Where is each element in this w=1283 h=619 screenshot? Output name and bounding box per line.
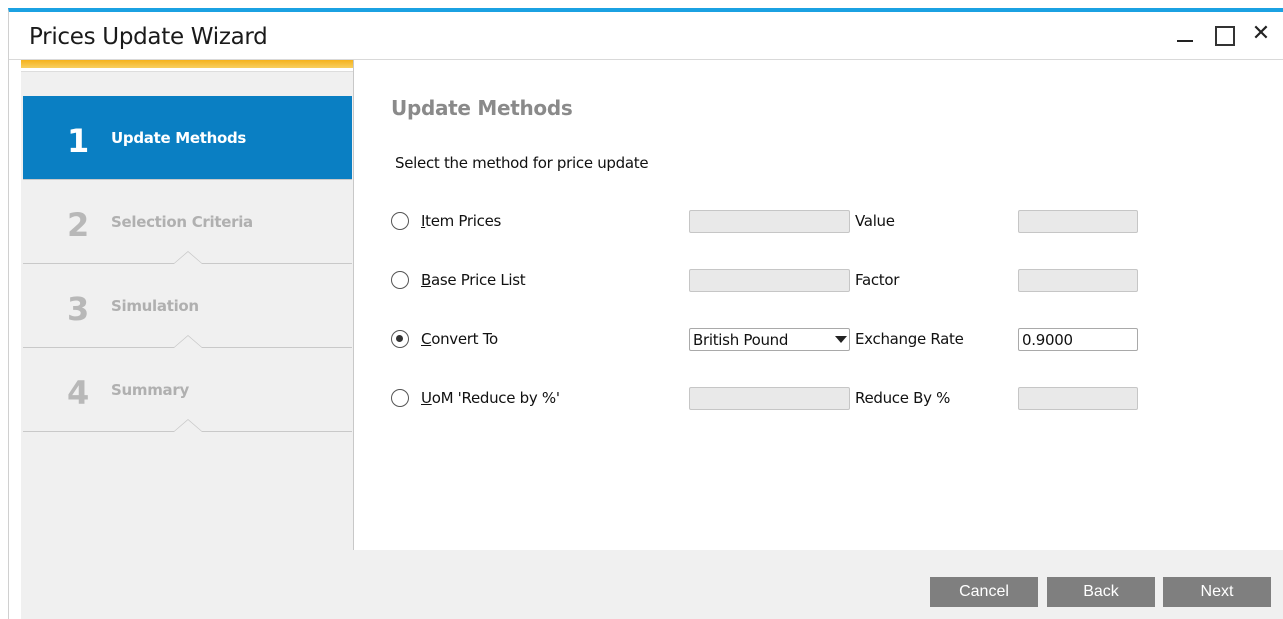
close-icon[interactable]: ✕ xyxy=(1249,22,1273,46)
item-prices-field[interactable] xyxy=(689,210,850,233)
factor-label: Factor xyxy=(855,271,900,289)
step-label: Selection Criteria xyxy=(111,213,253,231)
step-notch xyxy=(173,335,203,348)
section-title: Update Methods xyxy=(391,96,573,120)
chevron-down-icon[interactable] xyxy=(835,336,847,343)
step-selection-criteria[interactable]: 2 Selection Criteria xyxy=(23,180,352,264)
window-title: Prices Update Wizard xyxy=(29,24,268,50)
wizard-content: Update Methods Select the method for pri… xyxy=(355,60,1283,550)
window-controls: ✕ xyxy=(1173,22,1273,46)
step-update-methods[interactable]: 1 Update Methods xyxy=(23,96,352,180)
step-simulation[interactable]: 3 Simulation xyxy=(23,264,352,348)
value-label: Value xyxy=(855,212,895,230)
step-summary[interactable]: 4 Summary xyxy=(23,348,352,432)
back-button[interactable]: Back xyxy=(1047,577,1155,607)
step-number: 4 xyxy=(67,374,90,412)
sidebar-accent-gap xyxy=(21,68,353,72)
cancel-button[interactable]: Cancel xyxy=(930,577,1038,607)
minimize-icon[interactable] xyxy=(1173,22,1197,46)
exchange-rate-input[interactable]: 0.9000 xyxy=(1018,328,1138,351)
base-price-list-field[interactable] xyxy=(689,269,850,292)
base-price-list-label[interactable]: Base Price List xyxy=(421,271,526,289)
step-label: Update Methods xyxy=(111,129,247,147)
convert-to-label[interactable]: Convert To xyxy=(421,330,498,348)
exchange-rate-label: Exchange Rate xyxy=(855,330,964,348)
wizard-steps-sidebar: 1 Update Methods 2 Selection Criteria 3 … xyxy=(21,60,354,550)
base-price-list-radio[interactable] xyxy=(391,271,409,289)
step-label: Simulation xyxy=(111,297,199,315)
wizard-footer: Cancel Back Next xyxy=(21,550,1283,619)
wizard-window: Prices Update Wizard ✕ 1 Update Methods … xyxy=(8,8,1283,619)
title-bar: Prices Update Wizard ✕ xyxy=(9,12,1283,60)
uom-reduce-field[interactable] xyxy=(689,387,850,410)
factor-input[interactable] xyxy=(1018,269,1138,292)
sidebar-accent-bar xyxy=(21,60,353,68)
next-button[interactable]: Next xyxy=(1163,577,1271,607)
instruction-text: Select the method for price update xyxy=(395,154,649,172)
step-notch xyxy=(173,251,203,264)
uom-reduce-label[interactable]: UoM 'Reduce by %' xyxy=(421,389,560,407)
currency-dropdown[interactable]: British Pound xyxy=(689,328,850,351)
convert-to-radio[interactable] xyxy=(391,330,409,348)
value-input[interactable] xyxy=(1018,210,1138,233)
item-prices-label[interactable]: Item Prices xyxy=(421,212,501,230)
step-label: Summary xyxy=(111,381,189,399)
step-number: 3 xyxy=(67,290,90,328)
step-notch xyxy=(173,419,203,432)
reduce-by-input[interactable] xyxy=(1018,387,1138,410)
item-prices-radio[interactable] xyxy=(391,212,409,230)
reduce-by-label: Reduce By % xyxy=(855,389,951,407)
step-number: 1 xyxy=(67,122,90,160)
step-number: 2 xyxy=(67,206,90,244)
uom-reduce-radio[interactable] xyxy=(391,389,409,407)
maximize-icon[interactable] xyxy=(1211,22,1235,46)
